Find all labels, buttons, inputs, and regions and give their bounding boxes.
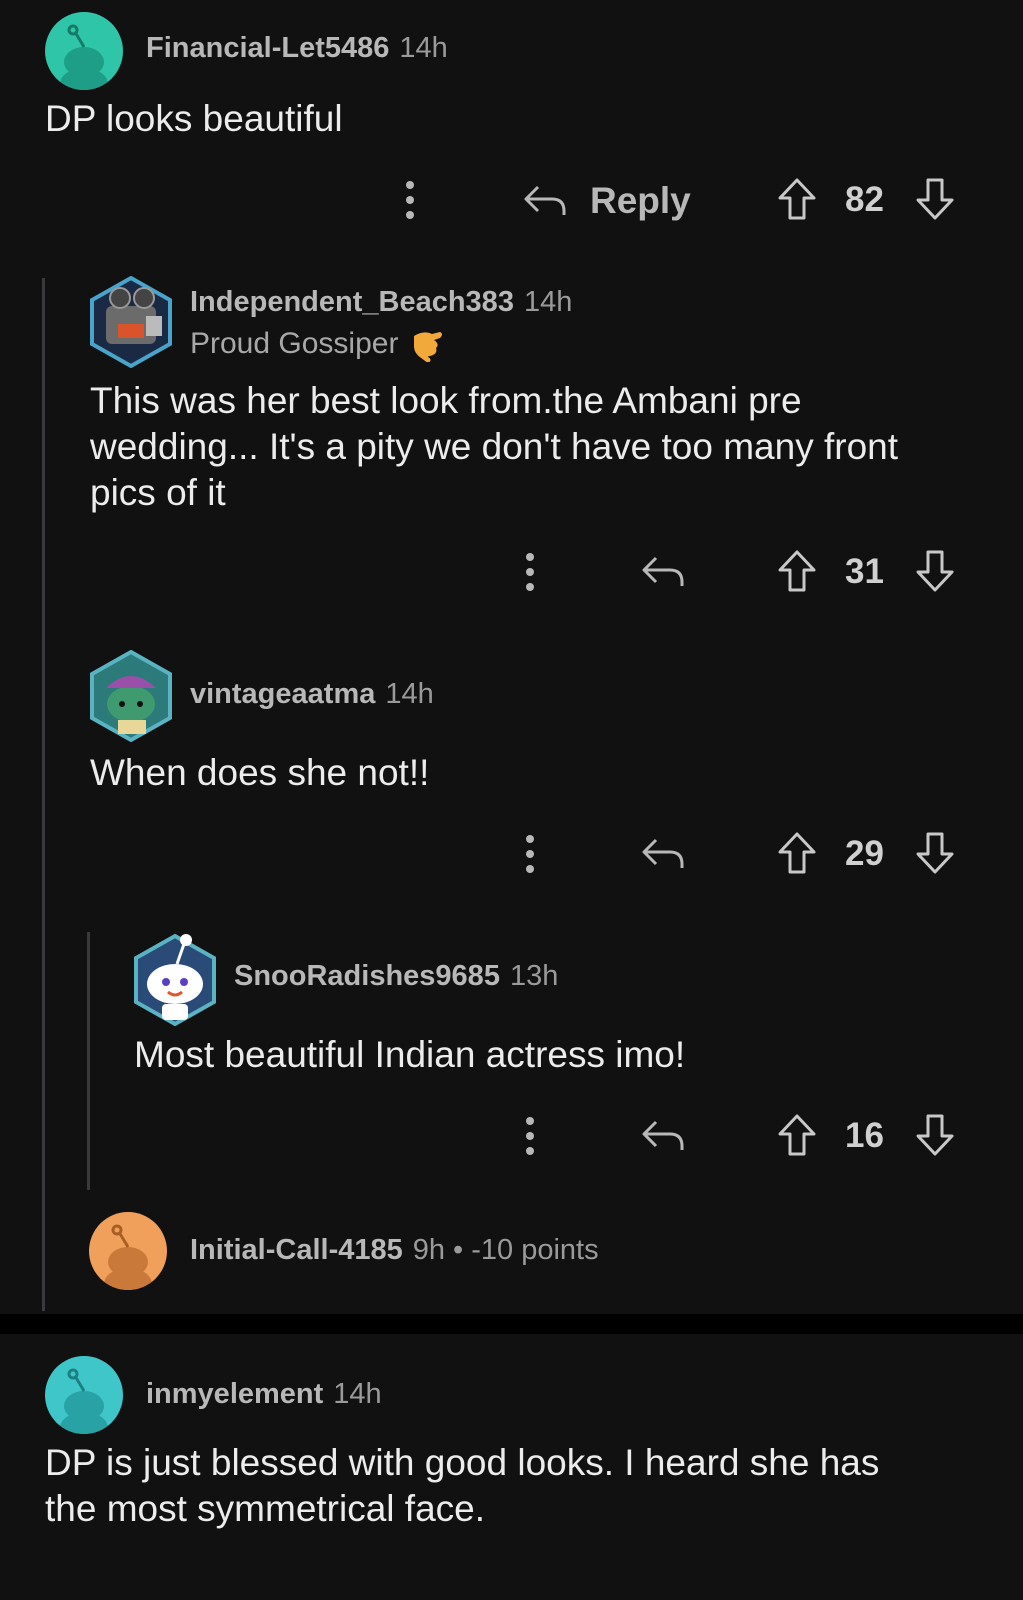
- thread-line[interactable]: [87, 932, 90, 1190]
- snoo-avatar-icon: [60, 1368, 108, 1434]
- username[interactable]: Independent_Beach383: [190, 286, 514, 318]
- body-line: This was her best look from.the Ambani p…: [90, 380, 802, 421]
- robot-avatar-icon: [90, 276, 172, 368]
- reply-label: Reply: [590, 180, 691, 221]
- vote-count: 82: [845, 180, 884, 219]
- vote-count: 29: [845, 834, 884, 873]
- thread-line[interactable]: [42, 278, 45, 1311]
- reply-icon: [524, 185, 566, 215]
- comment-body: This was her best look from.the Ambani p…: [90, 378, 898, 516]
- avatar[interactable]: [45, 1356, 123, 1434]
- username[interactable]: Financial-Let5486: [146, 32, 389, 64]
- timestamp: 14h: [399, 32, 448, 64]
- avatar[interactable]: [45, 12, 123, 90]
- username[interactable]: Initial-Call-4185: [190, 1234, 403, 1266]
- body-line: the most symmetrical face.: [45, 1488, 486, 1529]
- snoo-avatar-icon: [60, 24, 108, 90]
- timestamp: 14h: [385, 678, 434, 710]
- reply-icon[interactable]: [640, 834, 686, 874]
- upvote-icon[interactable]: [776, 1112, 818, 1158]
- downvote-icon[interactable]: [914, 548, 956, 594]
- reply-icon[interactable]: [640, 552, 686, 592]
- upvote-icon[interactable]: [776, 176, 818, 222]
- pointing-hand-icon: [414, 332, 443, 362]
- vote-count: 16: [845, 1116, 884, 1155]
- comment-body: DP is just blessed with good looks. I he…: [45, 1440, 879, 1532]
- comment-body: DP looks beautiful: [45, 98, 343, 139]
- body-line: wedding... It's a pity we don't have too…: [90, 426, 899, 467]
- downvote-icon[interactable]: [914, 830, 956, 876]
- username[interactable]: vintageaatma: [190, 678, 375, 710]
- body-line: pics of it: [90, 472, 226, 513]
- avatar[interactable]: [88, 276, 174, 368]
- avatar[interactable]: [132, 930, 218, 1026]
- vote-count: 31: [845, 552, 884, 591]
- more-options-icon[interactable]: [520, 550, 540, 594]
- timestamp: 9h: [412, 1234, 446, 1266]
- snoo-avatar-icon: [104, 1224, 152, 1290]
- upvote-icon[interactable]: [776, 548, 818, 594]
- comment-body: Most beautiful Indian actress imo!: [134, 1034, 686, 1075]
- upvote-icon[interactable]: [776, 830, 818, 876]
- comment-body: When does she not!!: [90, 752, 430, 793]
- downvote-icon[interactable]: [914, 176, 956, 222]
- score-text: • -10 points: [453, 1234, 599, 1266]
- more-options-icon[interactable]: [400, 178, 420, 222]
- username[interactable]: SnooRadishes9685: [234, 960, 500, 992]
- avatar[interactable]: [88, 650, 174, 742]
- user-flair: Proud Gossiper: [190, 327, 399, 360]
- cap-snoo-avatar-icon: [90, 650, 172, 742]
- reply-icon[interactable]: [640, 1116, 686, 1156]
- avatar[interactable]: [89, 1212, 167, 1290]
- thread-separator: [0, 1314, 1023, 1334]
- downvote-icon[interactable]: [914, 1112, 956, 1158]
- body-line: DP is just blessed with good looks. I he…: [45, 1442, 880, 1483]
- reply-button[interactable]: Reply: [522, 176, 691, 226]
- timestamp: 14h: [523, 286, 573, 318]
- timestamp: 14h: [333, 1378, 382, 1410]
- snoo-avatar-icon: [134, 933, 216, 1026]
- more-options-icon[interactable]: [520, 832, 540, 876]
- timestamp: 13h: [509, 960, 559, 992]
- username[interactable]: inmyelement: [146, 1378, 323, 1410]
- more-options-icon[interactable]: [520, 1114, 540, 1158]
